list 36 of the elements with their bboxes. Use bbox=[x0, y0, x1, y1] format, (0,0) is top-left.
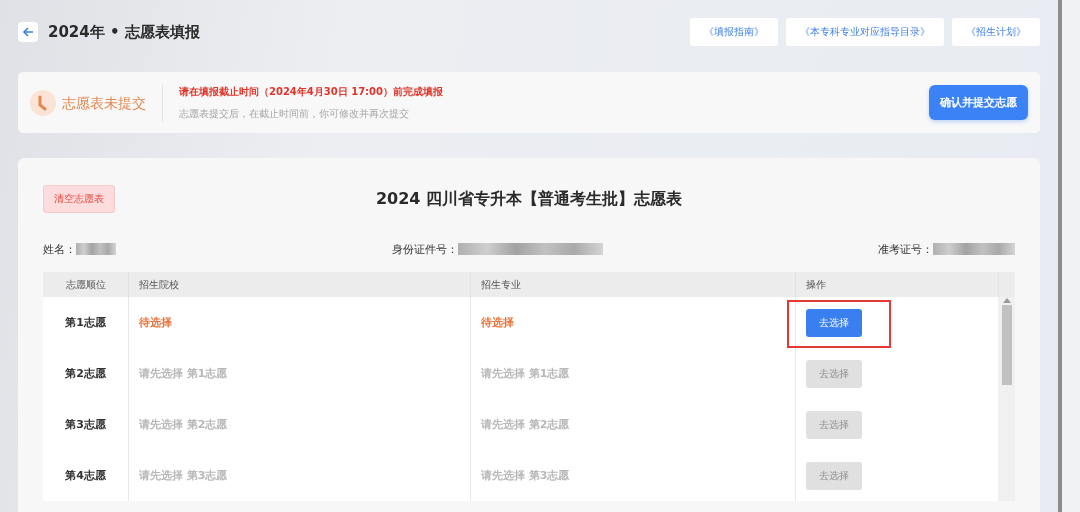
field-label: 准考证号： bbox=[878, 241, 933, 257]
back-button[interactable] bbox=[18, 22, 38, 42]
table-cell: 第4志愿 bbox=[65, 468, 106, 483]
table-cell: 待选择 bbox=[139, 315, 172, 330]
document-link[interactable]: 《本专科专业对应指导目录》 bbox=[786, 18, 944, 46]
submit-button[interactable]: 确认并提交志愿 bbox=[929, 85, 1028, 120]
page-title: 2024年 • 志愿表填报 bbox=[48, 22, 201, 42]
scrollbar[interactable] bbox=[998, 297, 1015, 501]
deadline-notice: 请在填报截止时间（2024年4月30日 17:00）前完成填报 bbox=[179, 84, 445, 99]
column-header: 招生院校 bbox=[128, 272, 470, 297]
table-cell: 第1志愿 bbox=[65, 315, 106, 330]
column-header: 操作 bbox=[795, 272, 998, 297]
table-cell: 请先选择 第2志愿 bbox=[139, 417, 228, 432]
table-cell: 请先选择 第3志愿 bbox=[481, 468, 570, 483]
resubmit-note: 志愿表提交后，在截止时间前，你可修改并再次提交 bbox=[179, 107, 410, 121]
form-title: 2024 四川省专升本【普通考生批】志愿表 bbox=[375, 188, 683, 210]
column-header: 招生专业 bbox=[470, 272, 795, 297]
field-label: 姓名： bbox=[43, 241, 76, 257]
submission-status: 志愿表未提交 bbox=[62, 83, 163, 122]
clear-button[interactable]: 清空志愿表 bbox=[43, 185, 115, 213]
table-cell: 第2志愿 bbox=[65, 366, 106, 381]
table-cell: 第3志愿 bbox=[65, 417, 106, 432]
column-header: 志愿顺位 bbox=[43, 272, 128, 297]
table-cell: 待选择 bbox=[481, 315, 514, 330]
table-cell: 请先选择 第1志愿 bbox=[139, 366, 228, 381]
table-cell: 请先选择 第2志愿 bbox=[481, 417, 570, 432]
choose-button[interactable]: 去选择 bbox=[806, 308, 862, 337]
document-link[interactable]: 《招生计划》 bbox=[952, 18, 1040, 46]
back-arrow-icon bbox=[22, 26, 34, 38]
table-cell: 请先选择 第3志愿 bbox=[139, 468, 228, 483]
scrollbar-thumb[interactable] bbox=[1001, 305, 1012, 385]
document-link[interactable]: 《填报指南》 bbox=[690, 18, 778, 46]
redacted-value bbox=[76, 243, 116, 255]
clock-icon bbox=[30, 89, 56, 116]
field-label: 身份证件号： bbox=[391, 241, 458, 257]
table-cell: 请先选择 第1志愿 bbox=[481, 366, 570, 381]
